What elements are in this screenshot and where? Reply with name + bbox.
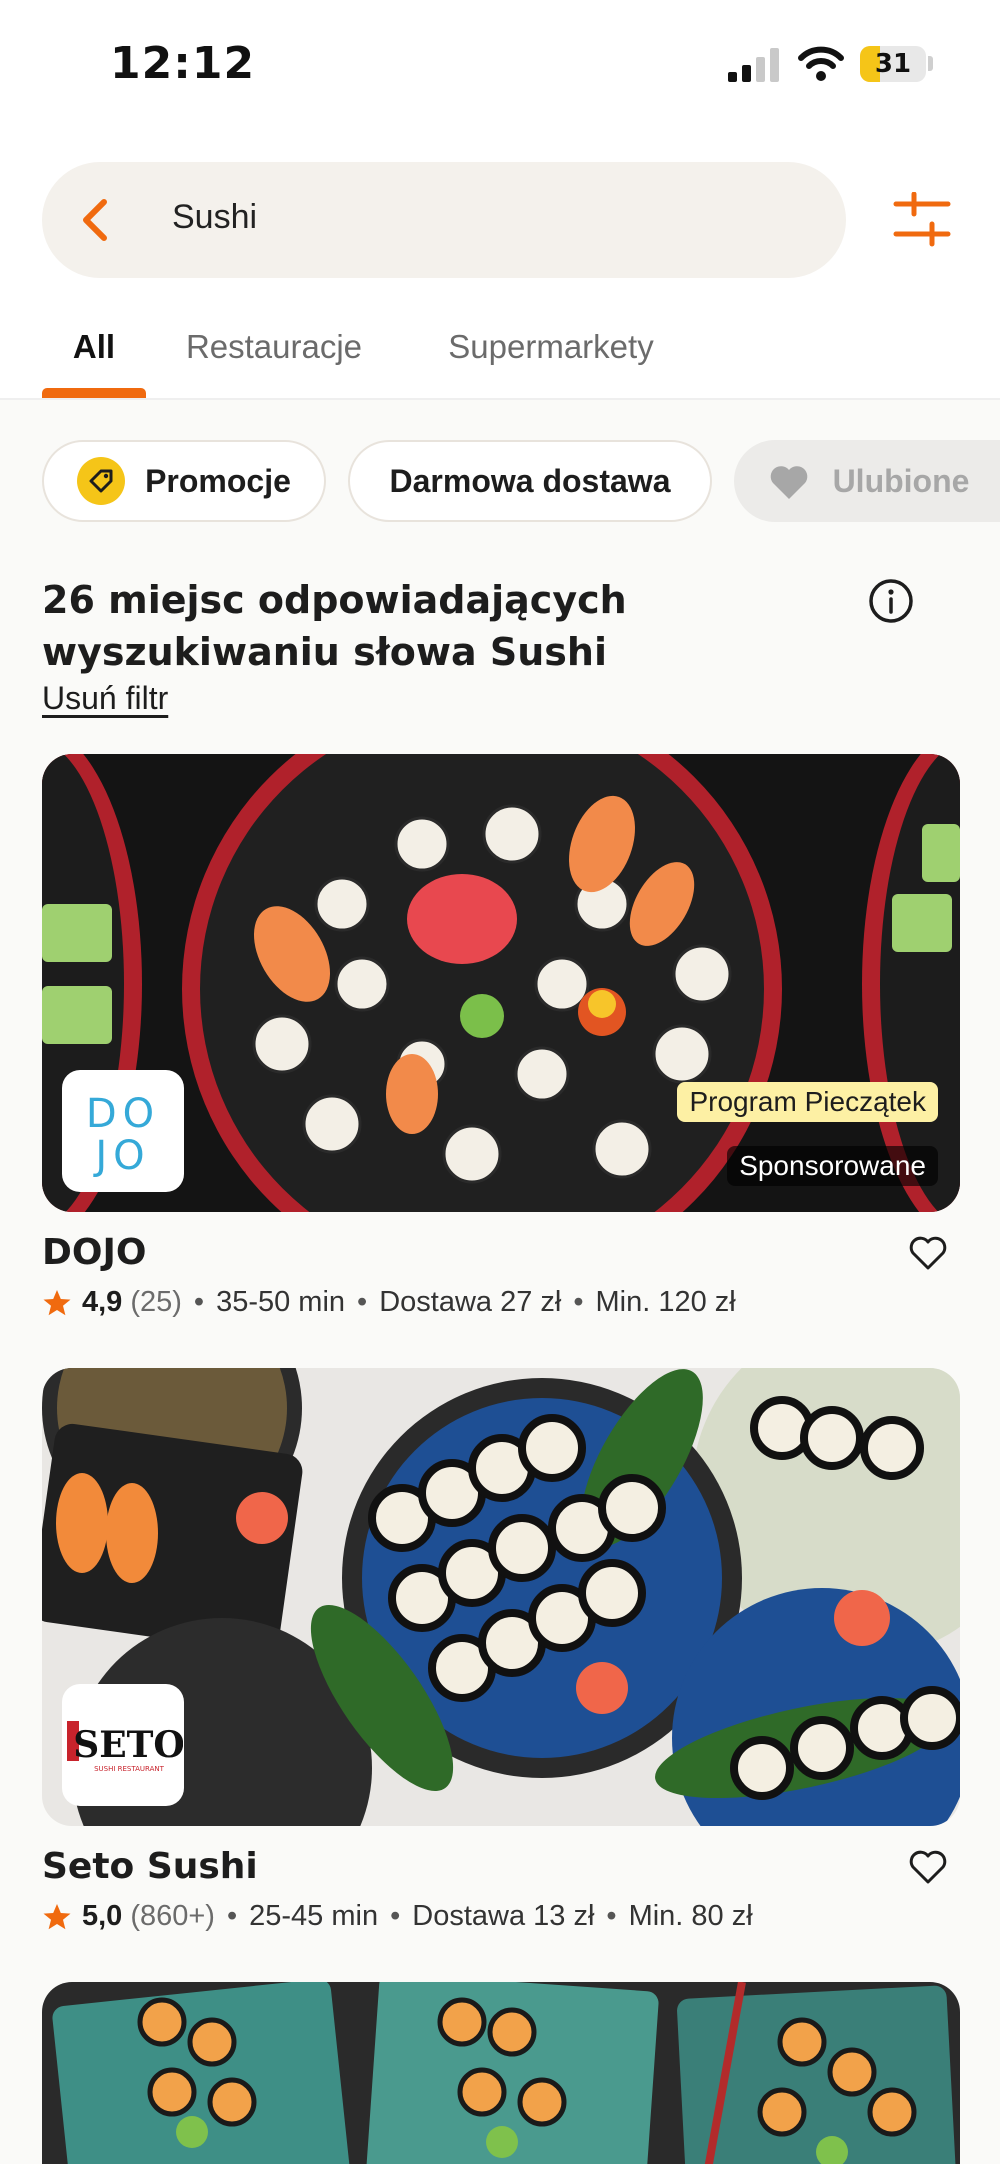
separator-dot: • [606,1900,617,1932]
chip-label: Ulubione [832,462,970,499]
filter-chips: Promocje Darmowa dostawa Ulubione [0,440,1000,522]
star-icon [43,1289,71,1315]
restaurant-meta: 5,0 (860+) • 25-45 min • Dostawa 13 zł •… [42,1900,753,1933]
logo-text: SETO [73,1724,183,1766]
battery-percent: 31 [874,49,912,79]
minimum-order: Min. 80 zł [628,1900,753,1932]
rating-value: 4,9 [82,1286,123,1318]
status-bar: 12:12 31 [0,0,1000,130]
chip-label: Darmowa dostawa [389,462,671,499]
search-header: Sushi All Restauracje Supermarkety [0,130,1000,400]
status-time: 12:12 [110,38,256,89]
separator-dot: • [357,1286,368,1318]
back-arrow-icon[interactable] [76,198,116,242]
info-icon[interactable] [868,578,914,624]
battery-icon: 31 [860,46,926,82]
restaurant-meta: 4,9 (25) • 35-50 min • Dostawa 27 zł • M… [42,1286,736,1319]
delivery-time: 25-45 min [249,1900,379,1932]
tab-supermarkety[interactable]: Supermarkety [426,328,676,400]
logo-text-top: DO [86,1091,160,1137]
active-tab-indicator [42,388,146,398]
restaurant-name[interactable]: DOJO [42,1232,146,1273]
filter-sliders-icon[interactable] [892,192,952,248]
sponsored-badge: Sponsorowane [727,1146,938,1186]
favorite-heart-icon[interactable] [908,1848,948,1886]
restaurant-photo[interactable]: SETO SUSHI RESTAURANT [42,1368,960,1826]
logo-subtext: SUSHI RESTAURANT [94,1765,165,1773]
restaurant-logo: DO JO [62,1070,184,1192]
restaurant-name[interactable]: Seto Sushi [42,1846,258,1887]
chip-ulubione[interactable]: Ulubione [734,440,1000,522]
delivery-time: 35-50 min [216,1286,346,1318]
search-field[interactable]: Sushi [42,162,846,278]
remove-filter-link[interactable]: Usuń filtr [42,680,168,717]
restaurant-photo[interactable] [42,1982,960,2164]
restaurant-card[interactable] [42,1982,960,2164]
wifi-icon [798,46,844,81]
separator-dot: • [193,1286,205,1318]
favorite-heart-icon[interactable] [908,1234,948,1272]
stamp-program-badge: Program Pieczątek [677,1082,938,1122]
delivery-fee: Dostawa 13 zł [412,1900,595,1932]
separator-dot: • [573,1286,584,1318]
seto-logo: SETO SUSHI RESTAURANT [67,1721,183,1773]
restaurant-logo: SETO SUSHI RESTAURANT [62,1684,184,1806]
restaurant-photo[interactable]: DO JO Program Pieczątek Sponsorowane [42,754,960,1212]
search-input[interactable]: Sushi [172,198,257,237]
tag-icon [77,457,126,505]
logo-text-bottom: JO [92,1133,150,1179]
tab-restauracje[interactable]: Restauracje [172,328,376,400]
restaurant-card[interactable]: SETO SUSHI RESTAURANT Seto Sushi 5,0 (86… [42,1368,960,1948]
dojo-logo: DO JO [86,1091,160,1179]
sushi-boards-image [42,1982,960,2164]
rating-value: 5,0 [82,1900,123,1932]
separator-dot: • [390,1900,401,1932]
chip-label: Promocje [145,462,291,499]
chip-darmowa-dostawa[interactable]: Darmowa dostawa [348,440,712,522]
review-count: (860+) [130,1900,215,1932]
minimum-order: Min. 120 zł [595,1286,736,1318]
battery-nub [928,56,933,71]
separator-dot: • [226,1900,238,1932]
cellular-signal-icon [728,48,779,82]
category-tabs: All Restauracje Supermarkety [0,328,1000,400]
restaurant-card[interactable]: DO JO Program Pieczątek Sponsorowane DOJ… [42,754,960,1334]
chip-promocje[interactable]: Promocje [42,440,326,522]
delivery-fee: Dostawa 27 zł [379,1286,562,1318]
star-icon [43,1903,71,1929]
heart-icon [770,466,807,499]
results-title: 26 miejsc odpowiadających wyszukiwaniu s… [42,578,627,674]
review-count: (25) [130,1286,182,1318]
